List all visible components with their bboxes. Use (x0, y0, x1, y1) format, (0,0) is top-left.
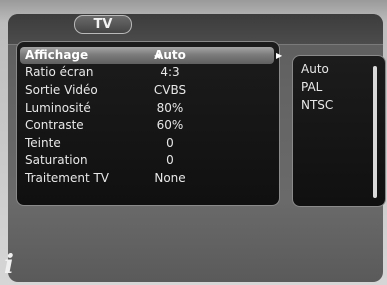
menu-item-sortie-video[interactable]: Sortie Vidéo CVBS (20, 82, 274, 99)
option-pal[interactable]: PAL (301, 79, 322, 95)
menu-item-label: Contraste (25, 118, 84, 132)
menu-item-value: 60% (156, 118, 184, 132)
options-scrollbar[interactable] (373, 66, 377, 198)
menu-item-value: CVBS (153, 83, 187, 97)
menu-item-value: 0 (166, 153, 174, 167)
menu-item-ratio[interactable]: Ratio écran 4:3 (20, 64, 274, 81)
option-auto[interactable]: Auto (301, 61, 329, 77)
menu-item-label: Teinte (25, 136, 61, 150)
options-list: Auto PAL NTSC (292, 55, 386, 207)
menu-item-contraste[interactable]: Contraste 60% (20, 117, 274, 134)
menu-item-value: None (154, 171, 186, 185)
menu-item-luminosite[interactable]: Luminosité 80% (20, 100, 274, 117)
option-ntsc[interactable]: NTSC (301, 97, 333, 113)
menu-item-value: 4:3 (160, 65, 180, 79)
menu-item-saturation[interactable]: Saturation 0 (20, 152, 274, 169)
arrow-right-icon[interactable]: ▶ (276, 47, 282, 64)
info-icon[interactable]: i (4, 250, 14, 280)
menu-item-label: Ratio écran (25, 65, 94, 79)
settings-menu: Affichage ◀ Auto ▶ Ratio écran 4:3 Sorti… (16, 41, 282, 206)
menu-item-teinte[interactable]: Teinte 0 (20, 135, 274, 152)
menu-item-traitement-tv[interactable]: Traitement TV None (20, 170, 274, 187)
menu-item-label: Traitement TV (25, 171, 110, 185)
menu-item-label: Affichage (25, 48, 89, 62)
page-title: TV (74, 15, 132, 34)
menu-item-label: Saturation (25, 153, 88, 167)
menu-item-label: Luminosité (25, 101, 91, 115)
menu-item-affichage[interactable]: Affichage ◀ Auto ▶ (20, 47, 282, 64)
menu-item-value: 80% (156, 101, 184, 115)
menu-item-value: 0 (166, 136, 174, 150)
menu-item-label: Sortie Vidéo (25, 83, 98, 97)
menu-item-value: Auto (154, 48, 186, 62)
